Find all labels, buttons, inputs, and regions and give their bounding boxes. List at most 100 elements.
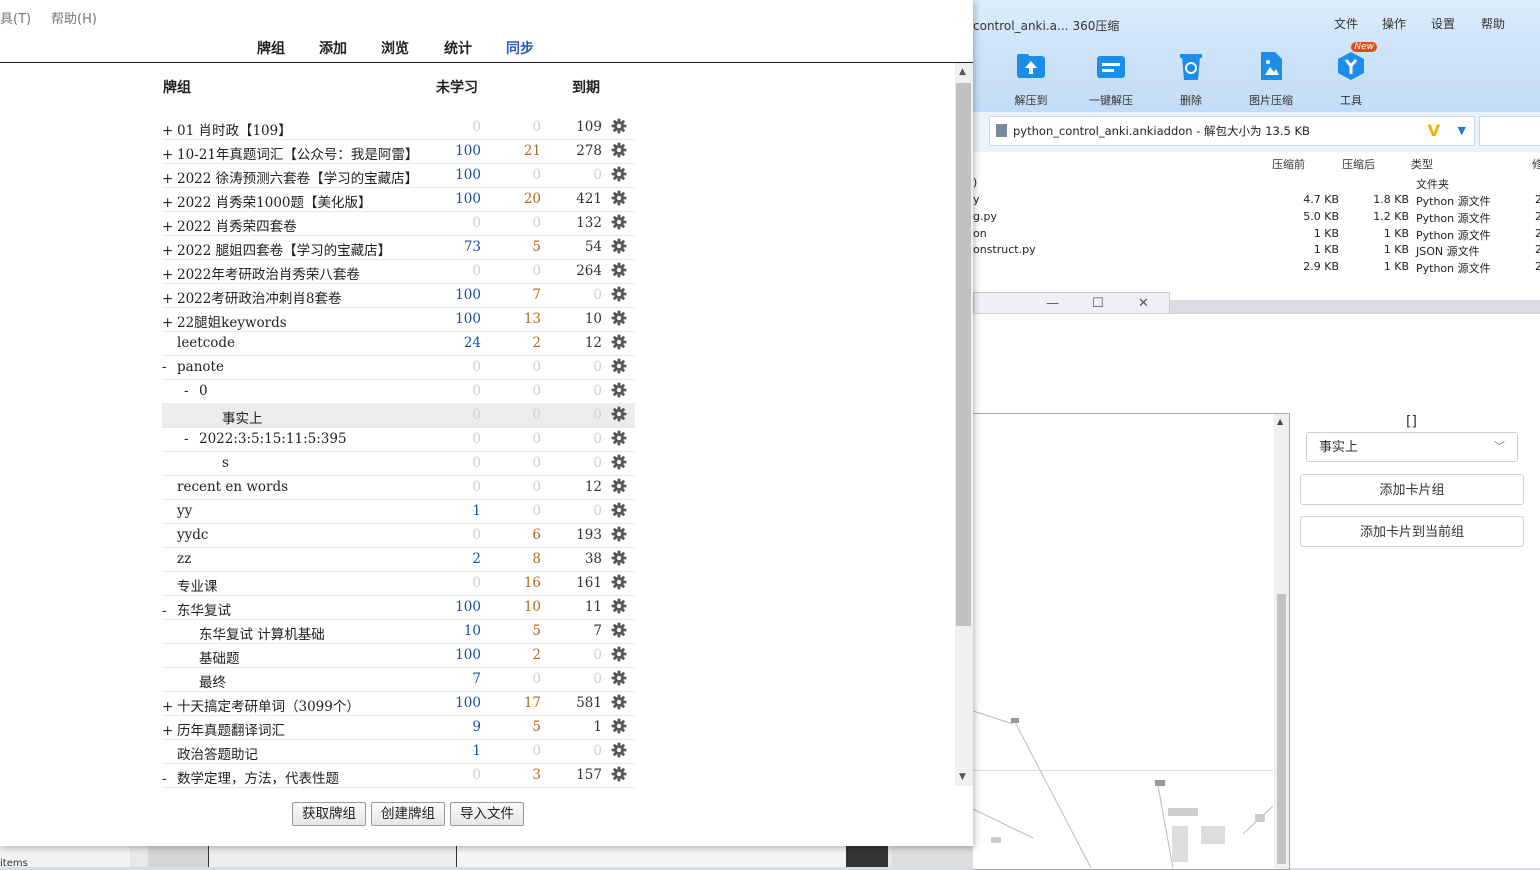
gear-icon[interactable] bbox=[611, 262, 627, 278]
deck-row[interactable]: +22腿姐keywords 100 13 10 bbox=[162, 307, 635, 332]
deck-name[interactable]: +2022 肖秀荣四套卷 bbox=[162, 215, 297, 235]
col-after[interactable]: 压缩后 bbox=[1342, 156, 1375, 172]
collapse-toggle[interactable]: + bbox=[162, 147, 175, 163]
import-file-button[interactable]: 导入文件 bbox=[450, 802, 524, 826]
gear-icon[interactable] bbox=[611, 718, 627, 734]
deck-row[interactable]: +2022 肖秀荣四套卷 0 0 132 bbox=[162, 211, 635, 236]
menu-tools[interactable]: 具(T) bbox=[0, 8, 31, 27]
deck-row[interactable]: leetcode 24 2 12 bbox=[162, 331, 635, 356]
close-icon[interactable]: ✕ bbox=[1138, 296, 1149, 311]
collapse-toggle[interactable]: - bbox=[184, 383, 197, 399]
gear-icon[interactable] bbox=[611, 238, 627, 254]
deck-name[interactable]: +22腿姐keywords bbox=[162, 311, 287, 331]
gear-icon[interactable] bbox=[611, 214, 627, 230]
gear-icon[interactable] bbox=[611, 502, 627, 518]
taskbar-thumbnail[interactable] bbox=[892, 844, 973, 867]
collapse-toggle[interactable]: + bbox=[162, 291, 175, 307]
scroll-up-icon[interactable]: ▲ bbox=[959, 67, 966, 77]
dropdown-arrow-icon[interactable]: ▼ bbox=[1458, 117, 1466, 145]
taskbar-thumbnail[interactable] bbox=[846, 844, 888, 867]
collapse-toggle[interactable]: + bbox=[162, 267, 175, 283]
zip-menu-operate[interactable]: 操作 bbox=[1382, 15, 1406, 32]
add-card-group-button[interactable]: 添加卡片组 bbox=[1300, 474, 1524, 505]
deck-name[interactable]: + 十天搞定考研单词（3099个） bbox=[162, 695, 360, 715]
deck-row[interactable]: + 十天搞定考研单词（3099个） 100 17 581 bbox=[162, 691, 635, 716]
deck-row[interactable]: 最终 7 0 0 bbox=[162, 667, 635, 692]
gear-icon[interactable] bbox=[611, 118, 627, 134]
gear-icon[interactable] bbox=[611, 646, 627, 662]
scroll-thumb[interactable] bbox=[1277, 594, 1286, 864]
deck-row[interactable]: yy 1 0 0 bbox=[162, 499, 635, 524]
image-compress-button[interactable]: 图片压缩 bbox=[1241, 50, 1301, 108]
toolbar-add[interactable]: 添加 bbox=[319, 38, 347, 58]
scroll-down-icon[interactable]: ▼ bbox=[959, 772, 966, 782]
collapse-toggle[interactable]: + bbox=[162, 195, 175, 211]
deck-name[interactable]: zz bbox=[162, 551, 191, 567]
gear-icon[interactable] bbox=[611, 190, 627, 206]
deck-name-label[interactable]: 数学定理，方法，代表性题 bbox=[177, 771, 339, 787]
toolbar-stats[interactable]: 统计 bbox=[444, 38, 472, 58]
taskbar-item[interactable] bbox=[208, 844, 457, 867]
deck-name-label[interactable]: yydc bbox=[177, 527, 208, 543]
deck-row[interactable]: 东华复试 计算机基础 10 5 7 bbox=[162, 619, 635, 644]
deck-name-label[interactable]: 历年真题翻译词汇 bbox=[177, 723, 285, 739]
deck-row[interactable]: +2022 徐涛预测六套卷【学习的宝藏店】 100 0 0 bbox=[162, 163, 635, 188]
deck-name-label[interactable]: 事实上 bbox=[222, 411, 263, 427]
create-deck-button[interactable]: 创建牌组 bbox=[371, 802, 445, 826]
deck-name-label[interactable]: 东华复试 计算机基础 bbox=[199, 627, 325, 643]
gear-icon[interactable] bbox=[611, 550, 627, 566]
toolbar-sync[interactable]: 同步 bbox=[506, 38, 534, 58]
mindmap-canvas[interactable]: ▲ bbox=[973, 413, 1290, 870]
deck-name[interactable]: +01 肖时政【109】 bbox=[162, 119, 292, 139]
col-modified[interactable]: 修 bbox=[1532, 156, 1540, 172]
mindmap-scrollbar[interactable]: ▲ bbox=[1274, 414, 1289, 869]
gear-icon[interactable] bbox=[611, 454, 627, 470]
collapse-toggle[interactable]: + bbox=[162, 699, 175, 715]
deck-name-label[interactable]: 2022 肖秀荣1000题【美化版】 bbox=[177, 195, 372, 211]
tools-button[interactable]: New 工具 bbox=[1321, 42, 1381, 108]
deck-name[interactable]: yy bbox=[162, 503, 192, 519]
deck-name[interactable]: +2022 肖秀荣1000题【美化版】 bbox=[162, 191, 372, 211]
zip-menu-settings[interactable]: 设置 bbox=[1431, 15, 1455, 32]
collapse-toggle[interactable]: + bbox=[162, 243, 175, 259]
gear-icon[interactable] bbox=[611, 478, 627, 494]
deck-row[interactable]: s 0 0 0 bbox=[162, 451, 635, 476]
deck-row[interactable]: - 东华复试 100 10 11 bbox=[162, 595, 635, 620]
deck-row[interactable]: +2022考研政治冲刺肖8套卷 100 7 0 bbox=[162, 283, 635, 308]
deck-row[interactable]: +2022 腿姐四套卷【学习的宝藏店】 73 5 54 bbox=[162, 235, 635, 260]
deck-name-label[interactable]: recent en words bbox=[177, 479, 288, 495]
gear-icon[interactable] bbox=[611, 166, 627, 182]
deck-name-label[interactable]: 专业课 bbox=[177, 579, 218, 595]
deck-name[interactable]: leetcode bbox=[162, 335, 235, 351]
collapse-toggle[interactable]: - bbox=[162, 603, 175, 619]
deck-row[interactable]: 政治答题助记 1 0 0 bbox=[162, 739, 635, 764]
deck-name[interactable]: s bbox=[207, 455, 229, 471]
gear-icon[interactable] bbox=[611, 526, 627, 542]
gear-icon[interactable] bbox=[611, 670, 627, 686]
scroll-thumb[interactable] bbox=[956, 83, 971, 626]
minimize-icon[interactable]: — bbox=[1046, 296, 1059, 311]
collapse-toggle[interactable]: + bbox=[162, 723, 175, 739]
gear-icon[interactable] bbox=[611, 598, 627, 614]
deck-row[interactable]: 专业课 0 16 161 bbox=[162, 571, 635, 596]
zip-menu-help[interactable]: 帮助 bbox=[1481, 15, 1505, 32]
deck-name[interactable]: + 历年真题翻译词汇 bbox=[162, 719, 285, 739]
deck-name-label[interactable]: leetcode bbox=[177, 335, 235, 351]
deck-name-label[interactable]: 基础题 bbox=[199, 651, 240, 667]
deck-name[interactable]: 东华复试 计算机基础 bbox=[184, 623, 325, 643]
add-card-to-group-button[interactable]: 添加卡片到当前组 bbox=[1300, 516, 1524, 547]
col-before[interactable]: 压缩前 bbox=[1272, 156, 1305, 172]
taskbar-item[interactable] bbox=[148, 844, 208, 867]
toolbar-browse[interactable]: 浏览 bbox=[381, 38, 409, 58]
deck-name[interactable]: +10-21年真题词汇【公众号：我是阿雷】 bbox=[162, 143, 418, 163]
deck-name[interactable]: 最终 bbox=[184, 671, 226, 691]
deck-name-label[interactable]: 2022 徐涛预测六套卷【学习的宝藏店】 bbox=[177, 171, 418, 187]
deck-name-label[interactable]: 最终 bbox=[199, 675, 226, 691]
deck-name-label[interactable]: 10-21年真题词汇【公众号：我是阿雷】 bbox=[177, 147, 418, 163]
deck-name-label[interactable]: 2022:3:5:15:11:5:395 bbox=[199, 431, 347, 447]
deck-name-label[interactable]: 政治答题助记 bbox=[177, 747, 258, 763]
delete-button[interactable]: 删除 bbox=[1161, 50, 1221, 108]
deck-row[interactable]: 基础题 100 2 0 bbox=[162, 643, 635, 668]
deck-row[interactable]: +2022 肖秀荣1000题【美化版】 100 20 421 bbox=[162, 187, 635, 212]
gear-icon[interactable] bbox=[611, 622, 627, 638]
